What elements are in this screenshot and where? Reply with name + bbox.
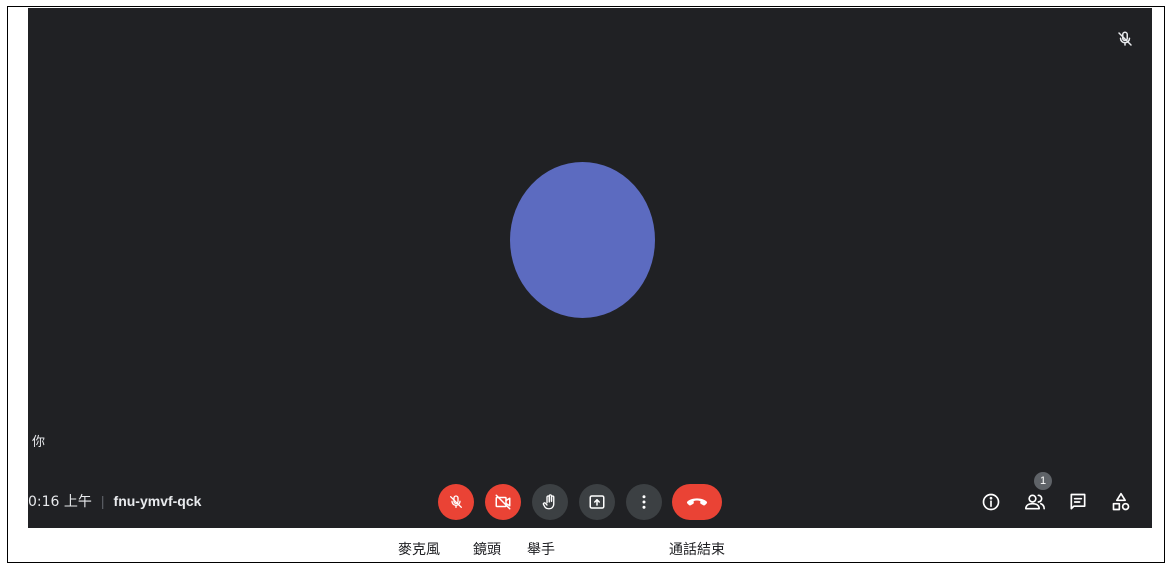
chat-icon bbox=[1070, 493, 1086, 510]
hand-icon bbox=[542, 494, 555, 510]
meeting-info: 0:16 上午 | fnu-ymvf-qck bbox=[28, 491, 201, 511]
caption-camera: 鏡頭 bbox=[473, 542, 501, 558]
caption-raise-hand: 舉手 bbox=[527, 542, 555, 558]
caption-microphone: 麥克風 bbox=[398, 542, 440, 558]
meeting-time: 0:16 上午 bbox=[28, 494, 92, 510]
more-vert-icon bbox=[642, 495, 646, 509]
present-button[interactable] bbox=[579, 484, 615, 520]
call-end-icon bbox=[686, 498, 708, 506]
present-screen-icon bbox=[589, 495, 605, 509]
meeting-stage: 你 0:16 上午 | fnu-ymvf-qck 1 bbox=[28, 8, 1152, 528]
caption-end-call: 通話結束 bbox=[669, 542, 725, 558]
camera-button[interactable] bbox=[485, 484, 521, 520]
participant-muted-icon bbox=[1116, 30, 1134, 48]
activities-button[interactable] bbox=[1108, 489, 1134, 515]
videocam-off-icon bbox=[495, 494, 511, 510]
end-call-button[interactable] bbox=[672, 484, 722, 520]
microphone-button[interactable] bbox=[438, 484, 474, 520]
more-options-button[interactable] bbox=[626, 484, 662, 520]
meeting-code[interactable]: fnu-ymvf-qck bbox=[114, 493, 202, 509]
participant-avatar bbox=[510, 162, 655, 318]
people-button[interactable] bbox=[1022, 489, 1048, 515]
mic-off-icon bbox=[450, 495, 462, 508]
meeting-details-button[interactable] bbox=[978, 489, 1004, 515]
info-icon bbox=[982, 493, 1000, 511]
people-icon bbox=[1025, 494, 1045, 510]
info-separator: | bbox=[100, 493, 105, 509]
self-name-label: 你 bbox=[32, 435, 46, 450]
raise-hand-button[interactable] bbox=[532, 484, 568, 520]
activities-icon bbox=[1112, 492, 1130, 511]
people-count-badge: 1 bbox=[1034, 472, 1052, 490]
chat-button[interactable] bbox=[1065, 489, 1091, 515]
